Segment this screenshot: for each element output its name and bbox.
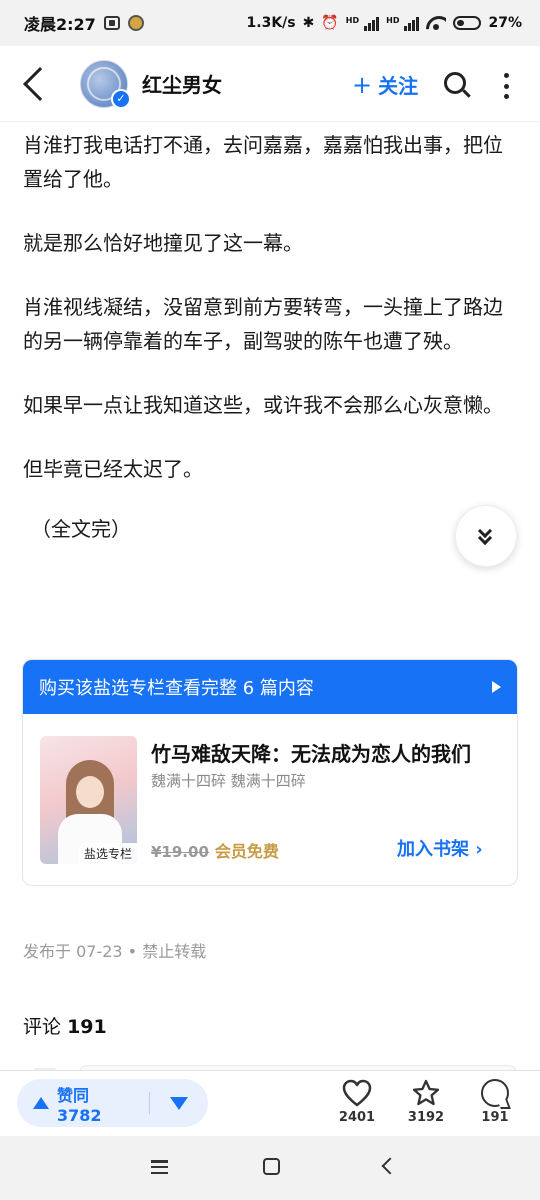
article-ending: （全文完） (31, 517, 131, 541)
hd-label: HD (345, 16, 360, 25)
upvote-arrow-icon (33, 1097, 49, 1109)
comments-heading: 评论 191 (23, 1012, 107, 1039)
menu-icon[interactable] (151, 1160, 168, 1174)
purchase-banner-text: 购买该盐选专栏查看完整 6 篇内容 (39, 678, 314, 699)
cover-tag: 盐选专栏 (78, 843, 137, 864)
bluetooth-icon: ✱ (302, 15, 315, 31)
follow-label: 关注 (378, 74, 419, 98)
downvote-button[interactable] (150, 1096, 208, 1110)
comment-count: 191 (481, 1110, 509, 1125)
price-row: ¥19.00 会员免费 (151, 838, 279, 862)
plus-icon: + (352, 70, 373, 99)
signal-icon (404, 15, 420, 31)
wifi-icon (426, 16, 446, 30)
net-speed: 1.3K/s (246, 15, 296, 31)
favorite-button[interactable]: 3192 (396, 1079, 456, 1125)
status-bar: 凌晨2:27 1.3K/s ✱ ⏰ HD HD 27% (0, 0, 540, 46)
follow-button[interactable]: + 关注 (352, 70, 418, 99)
more-options-icon[interactable] (504, 73, 510, 99)
system-nav-bar (0, 1136, 540, 1200)
scroll-down-button[interactable] (455, 505, 517, 567)
comment-button[interactable]: 191 (465, 1079, 525, 1125)
home-icon[interactable] (263, 1158, 280, 1175)
status-time: 凌晨2:27 (24, 15, 96, 34)
bottom-action-bar: 赞同 3782 2401 3192 191 (0, 1070, 540, 1136)
book-author: 魏满十四碎 魏满十四碎 (151, 772, 306, 790)
star-icon (412, 1079, 440, 1106)
upvote-label: 赞同 3782 (57, 1085, 102, 1125)
author-avatar[interactable]: ✓ (80, 59, 131, 109)
add-to-shelf-button[interactable]: 加入书架 › (397, 835, 483, 861)
author-name[interactable]: 红尘男女 (142, 69, 222, 98)
book-title[interactable]: 竹马难敌天降：无法成为恋人的我们 (151, 738, 471, 767)
back-icon[interactable] (381, 1157, 399, 1175)
article-paragraph: 肖淮视线凝结，没留意到前方要转弯，一头撞上了路边的另一辆停靠着的车子，副驾驶的陈… (23, 295, 503, 353)
top-bar: ✓ 红尘男女 + 关注 (0, 46, 540, 122)
original-price: ¥19.00 (151, 843, 209, 861)
notification-icon (103, 16, 120, 30)
like-button[interactable]: 2401 (327, 1079, 387, 1125)
hd-label: HD (386, 16, 400, 25)
book-cover[interactable]: 盐选专栏 (40, 736, 137, 864)
app-notification-icon (127, 15, 144, 31)
battery-icon (453, 16, 482, 30)
alarm-icon: ⏰ (321, 15, 339, 31)
comments-count: 191 (67, 1016, 107, 1038)
search-icon[interactable] (444, 72, 471, 98)
upvote-button[interactable]: 赞同 3782 (17, 1082, 136, 1125)
publish-info: 发布于 07-23 • 禁止转载 (23, 942, 207, 961)
paid-column-card[interactable]: 购买该盐选专栏查看完整 6 篇内容 盐选专栏 竹马难敌天降：无法成为恋人的我们 … (22, 659, 518, 886)
verified-badge-icon: ✓ (111, 88, 131, 109)
signal-icon (364, 15, 380, 31)
comment-bubble-icon (481, 1079, 509, 1107)
favorite-count: 3192 (407, 1110, 445, 1125)
vote-control: 赞同 3782 (17, 1079, 208, 1127)
downvote-arrow-icon (169, 1096, 188, 1110)
back-arrow-icon[interactable] (23, 66, 57, 101)
article-paragraph: 但毕竟已经太迟了。 (23, 457, 203, 481)
double-chevron-down-icon (477, 523, 493, 546)
purchase-banner[interactable]: 购买该盐选专栏查看完整 6 篇内容 (23, 660, 517, 714)
like-count: 2401 (338, 1110, 376, 1125)
comments-label: 评论 (23, 1016, 62, 1038)
heart-icon (342, 1079, 372, 1107)
article-body: 肖淮打我电话打不通，去问嘉嘉，嘉嘉怕我出事，把位置给了他。 就是那么恰好地撞见了… (0, 122, 540, 546)
article-paragraph: 如果早一点让我知道这些，或许我不会那么心灰意懒。 (23, 393, 503, 417)
article-paragraph: 肖淮打我电话打不通，去问嘉嘉，嘉嘉怕我出事，把位置给了他。 (23, 133, 503, 191)
battery-level: 27% (488, 15, 522, 31)
article-paragraph: 就是那么恰好地撞见了这一幕。 (23, 231, 303, 255)
play-arrow-icon (492, 681, 501, 693)
vip-free-label: 会员免费 (214, 842, 279, 861)
